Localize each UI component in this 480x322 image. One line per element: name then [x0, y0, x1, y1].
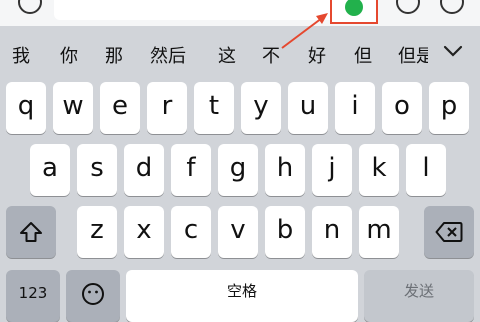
key-x[interactable]: x: [124, 206, 164, 258]
key-t[interactable]: t: [194, 82, 234, 134]
key-label: j: [328, 153, 336, 183]
key-j[interactable]: j: [312, 144, 352, 196]
key-label: s: [90, 153, 104, 183]
key-label: t: [208, 91, 220, 121]
key-label: x: [136, 215, 152, 245]
key-label: m: [366, 215, 392, 245]
key-label: f: [186, 153, 196, 183]
key-label: i: [351, 91, 359, 121]
key-b[interactable]: b: [265, 206, 305, 258]
key-c[interactable]: c: [171, 206, 211, 258]
key-w[interactable]: w: [53, 82, 93, 134]
key-label: v: [230, 215, 246, 245]
candidate-word[interactable]: 但是: [398, 42, 428, 68]
key-label: b: [276, 215, 294, 245]
key-u[interactable]: u: [288, 82, 328, 134]
key-y[interactable]: y: [241, 82, 281, 134]
candidate-word[interactable]: 但: [354, 42, 372, 68]
candidate-word[interactable]: 不: [262, 42, 280, 68]
candidate-word[interactable]: 你: [60, 42, 78, 68]
key-d[interactable]: d: [124, 144, 164, 196]
key-l[interactable]: l: [406, 144, 446, 196]
shift-key[interactable]: [6, 206, 56, 258]
key-label: p: [440, 91, 458, 121]
key-label: u: [299, 91, 317, 121]
candidate-word[interactable]: 那: [105, 42, 123, 68]
key-label: r: [161, 91, 173, 121]
send-key-label: 发送: [403, 282, 434, 300]
candidate-word[interactable]: 这: [218, 42, 236, 68]
key-p[interactable]: p: [429, 82, 469, 134]
key-label: e: [112, 91, 128, 121]
key-e[interactable]: e: [100, 82, 140, 134]
send-key[interactable]: 发送: [364, 270, 474, 322]
key-s[interactable]: s: [77, 144, 117, 196]
key-f[interactable]: f: [171, 144, 211, 196]
key-label: z: [90, 215, 104, 245]
key-m[interactable]: m: [359, 206, 399, 258]
key-label: d: [135, 153, 153, 183]
key-label: k: [371, 153, 387, 183]
space-key[interactable]: 空格: [126, 270, 358, 322]
space-key-label: 空格: [226, 282, 257, 300]
key-label: q: [17, 91, 35, 121]
key-label: y: [253, 91, 269, 121]
key-k[interactable]: k: [359, 144, 399, 196]
candidate-word[interactable]: 好: [308, 42, 326, 68]
key-label: h: [276, 153, 294, 183]
key-z[interactable]: z: [77, 206, 117, 258]
candidate-word[interactable]: 我: [12, 42, 30, 68]
emoji-key[interactable]: [66, 270, 120, 322]
backspace-icon: [435, 222, 463, 242]
candidate-word[interactable]: 然后: [150, 42, 186, 68]
key-g[interactable]: g: [218, 144, 258, 196]
key-label: c: [183, 215, 199, 245]
key-a[interactable]: a: [30, 144, 70, 196]
key-label: w: [62, 91, 84, 121]
candidate-bar: 我 你 那 然后 这 不 好 但 但是: [0, 38, 480, 70]
key-label: a: [42, 153, 58, 183]
chevron-down-icon[interactable]: [442, 43, 464, 59]
shift-icon: [20, 222, 42, 242]
key-label: n: [323, 215, 341, 245]
numbers-key[interactable]: 123: [6, 270, 60, 322]
key-label: g: [229, 153, 247, 183]
key-q[interactable]: q: [6, 82, 46, 134]
key-n[interactable]: n: [312, 206, 352, 258]
key-i[interactable]: i: [335, 82, 375, 134]
key-label: o: [394, 91, 410, 121]
key-v[interactable]: v: [218, 206, 258, 258]
key-h[interactable]: h: [265, 144, 305, 196]
key-label: l: [422, 153, 430, 183]
numbers-key-label: 123: [18, 284, 48, 302]
key-r[interactable]: r: [147, 82, 187, 134]
delete-key[interactable]: [424, 206, 474, 258]
key-o[interactable]: o: [382, 82, 422, 134]
emoji-icon: [82, 283, 104, 305]
